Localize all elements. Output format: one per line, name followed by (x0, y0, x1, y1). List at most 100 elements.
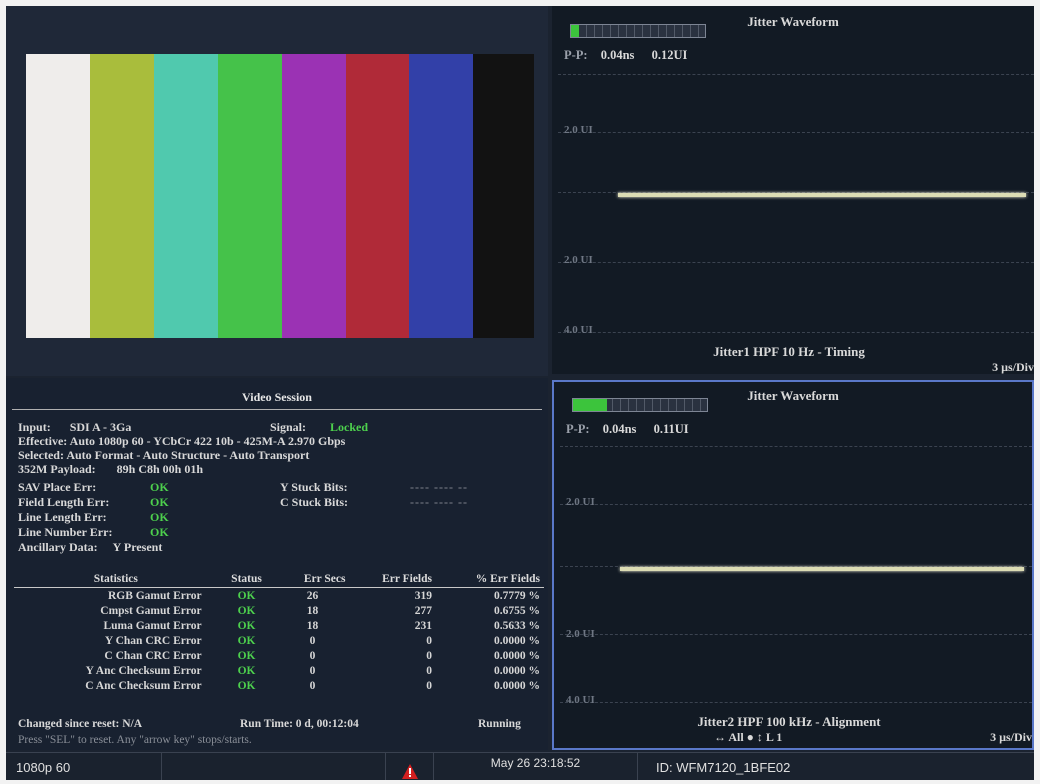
jitter2-tick-mid: 2.0 UI (566, 628, 595, 640)
picture-pane[interactable] (6, 6, 548, 376)
color-bar-6 (409, 54, 474, 338)
stat-status: OK (237, 679, 256, 692)
ancillary-label: Ancillary Data: (18, 540, 98, 554)
selected-label: Selected: (18, 448, 64, 462)
c-stuck-value: ---- ---- -- (410, 495, 468, 509)
stat-err-fields: 231 (414, 619, 432, 632)
color-bar-0 (26, 54, 90, 338)
status-bar: 1080p 60 May 26 23:18:52 ID: WFM7120_1BF… (6, 752, 1034, 780)
stat-name: C Anc Checksum Error (85, 679, 202, 692)
sav-label: SAV Place Err: (18, 480, 97, 494)
sav-row: SAV Place Err: OK Y Stuck Bits: ---- ---… (18, 480, 467, 495)
stat-pct-err-fields: 0.0000 % (494, 634, 540, 647)
statistics-table: Statistics Status Err Secs Err Fields % … (14, 571, 544, 693)
y-stuck-value: ---- ---- -- (410, 480, 468, 494)
col-pct-err-fields: % Err Fields (436, 571, 544, 588)
jitter1-pp-ui: 0.12UI (651, 48, 688, 62)
table-row: Cmpst Gamut Error OK 18 277 0.6755 % (14, 603, 544, 618)
stat-pct-err-fields: 0.0000 % (494, 679, 540, 692)
table-row: RGB Gamut Error OK 26 319 0.7779 % (14, 588, 544, 604)
run-time: Run Time: 0 d, 00:12:04 (240, 718, 359, 730)
alarm-indicator[interactable] (386, 753, 434, 780)
stat-name: Luma Gamut Error (103, 619, 202, 632)
jitter1-scale: 3 µs/Div (992, 360, 1034, 374)
ancillary-row: Ancillary Data: Y Present (18, 540, 162, 555)
col-err-secs: Err Secs (275, 571, 350, 588)
table-row: C Anc Checksum Error OK 0 0 0.0000 % (14, 678, 544, 693)
ancillary-value: Y Present (112, 540, 163, 554)
jitter2-trace (620, 567, 1024, 571)
stat-pct-err-fields: 0.0000 % (494, 664, 540, 677)
line-length-row: Line Length Err: OK (18, 510, 169, 525)
session-title: Video Session (242, 390, 312, 404)
table-row: Y Chan CRC Error OK 0 0 0.0000 % (14, 633, 544, 648)
jitter2-tick-top: 2.0 UI (566, 496, 595, 508)
title-divider (12, 409, 542, 410)
c-stuck-label: C Stuck Bits: (280, 495, 349, 509)
reset-hint: Press "SEL" to reset. Any "arrow key" st… (18, 734, 252, 746)
sav-value: OK (150, 480, 169, 494)
input-row: Input: SDI A - 3Ga Signal: Locked (18, 420, 368, 435)
color-bar-4 (281, 54, 346, 338)
effective-label: Effective: (18, 434, 68, 448)
changed-since-reset: Changed since reset: N/A (18, 718, 143, 730)
stat-err-secs: 0 (309, 649, 316, 662)
stat-err-fields: 0 (426, 634, 432, 647)
jitter-waveform-pane-1[interactable]: Jitter Waveform P-P: 0.04ns 0.12UI 2.0 U… (552, 6, 1034, 374)
jitter2-meter-fill (573, 399, 607, 411)
date-time: May 26 23:18:52 (434, 753, 638, 780)
statistics-header-row: Statistics Status Err Secs Err Fields % … (14, 571, 544, 588)
color-bar-3 (217, 54, 282, 338)
stat-status: OK (237, 649, 256, 662)
jitter1-pp-label: P-P: (564, 48, 588, 62)
status-blank (162, 753, 386, 780)
stat-status: OK (237, 619, 256, 632)
stat-err-secs: 0 (309, 679, 316, 692)
video-session-pane[interactable]: Video Session Input: SDI A - 3Ga Signal:… (6, 378, 548, 750)
stat-err-secs: 26 (306, 589, 319, 602)
stat-status: OK (237, 604, 256, 617)
input-value: SDI A - 3Ga (69, 420, 132, 434)
payload-label: 352M Payload: (18, 462, 96, 476)
color-bar-7 (473, 54, 535, 338)
stat-name: Cmpst Gamut Error (100, 604, 202, 617)
stat-status: OK (237, 664, 256, 677)
jitter1-trace (618, 193, 1026, 197)
jitter1-meter (570, 24, 706, 38)
stat-err-fields: 277 (414, 604, 432, 617)
payload-row: 352M Payload: 89h C8h 00h 01h (18, 462, 203, 477)
col-err-fields: Err Fields (349, 571, 436, 588)
stat-err-secs: 0 (309, 664, 316, 677)
selected-value: Auto Format - Auto Structure - Auto Tran… (66, 448, 310, 462)
payload-value: 89h C8h 00h 01h (116, 462, 204, 476)
stat-status: OK (237, 634, 256, 647)
line-number-label: Line Number Err: (18, 525, 113, 539)
table-row: C Chan CRC Error OK 0 0 0.0000 % (14, 648, 544, 663)
stat-pct-err-fields: 0.7779 % (494, 589, 540, 602)
field-length-row: Field Length Err: OK C Stuck Bits: ---- … (18, 495, 467, 510)
jitter1-pp-ns: 0.04ns (600, 48, 635, 62)
jitter-waveform-pane-2[interactable]: Jitter Waveform P-P: 0.04ns 0.11UI 2.0 U… (552, 380, 1034, 750)
stat-name: RGB Gamut Error (107, 589, 202, 602)
stat-pct-err-fields: 0.6755 % (494, 604, 540, 617)
jitter1-tick-top: 2.0 UI (564, 124, 593, 136)
stat-name: Y Anc Checksum Error (85, 664, 202, 677)
col-status: Status (217, 571, 276, 588)
effective-value: Auto 1080p 60 - YCbCr 422 10b - 425M-A 2… (69, 434, 346, 448)
jitter2-controls[interactable]: ↔ All ● ↕ L 1 (714, 730, 782, 745)
line-number-value: OK (150, 525, 169, 539)
jitter1-graticule: 2.0 UI 2.0 UI 4.0 UI (558, 62, 1034, 342)
stat-err-fields: 0 (426, 649, 432, 662)
stat-pct-err-fields: 0.0000 % (494, 649, 540, 662)
run-state: Running (478, 718, 521, 730)
stat-name: Y Chan CRC Error (104, 634, 202, 647)
jitter1-footer: Jitter1 HPF 10 Hz - Timing (713, 344, 865, 359)
jitter1-meter-fill (571, 25, 580, 37)
col-statistics: Statistics (14, 571, 218, 588)
stat-err-secs: 18 (306, 619, 319, 632)
color-bars (26, 54, 535, 338)
table-row: Y Anc Checksum Error OK 0 0 0.0000 % (14, 663, 544, 678)
line-number-row: Line Number Err: OK (18, 525, 169, 540)
color-bar-5 (345, 54, 410, 338)
color-bar-1 (89, 54, 154, 338)
